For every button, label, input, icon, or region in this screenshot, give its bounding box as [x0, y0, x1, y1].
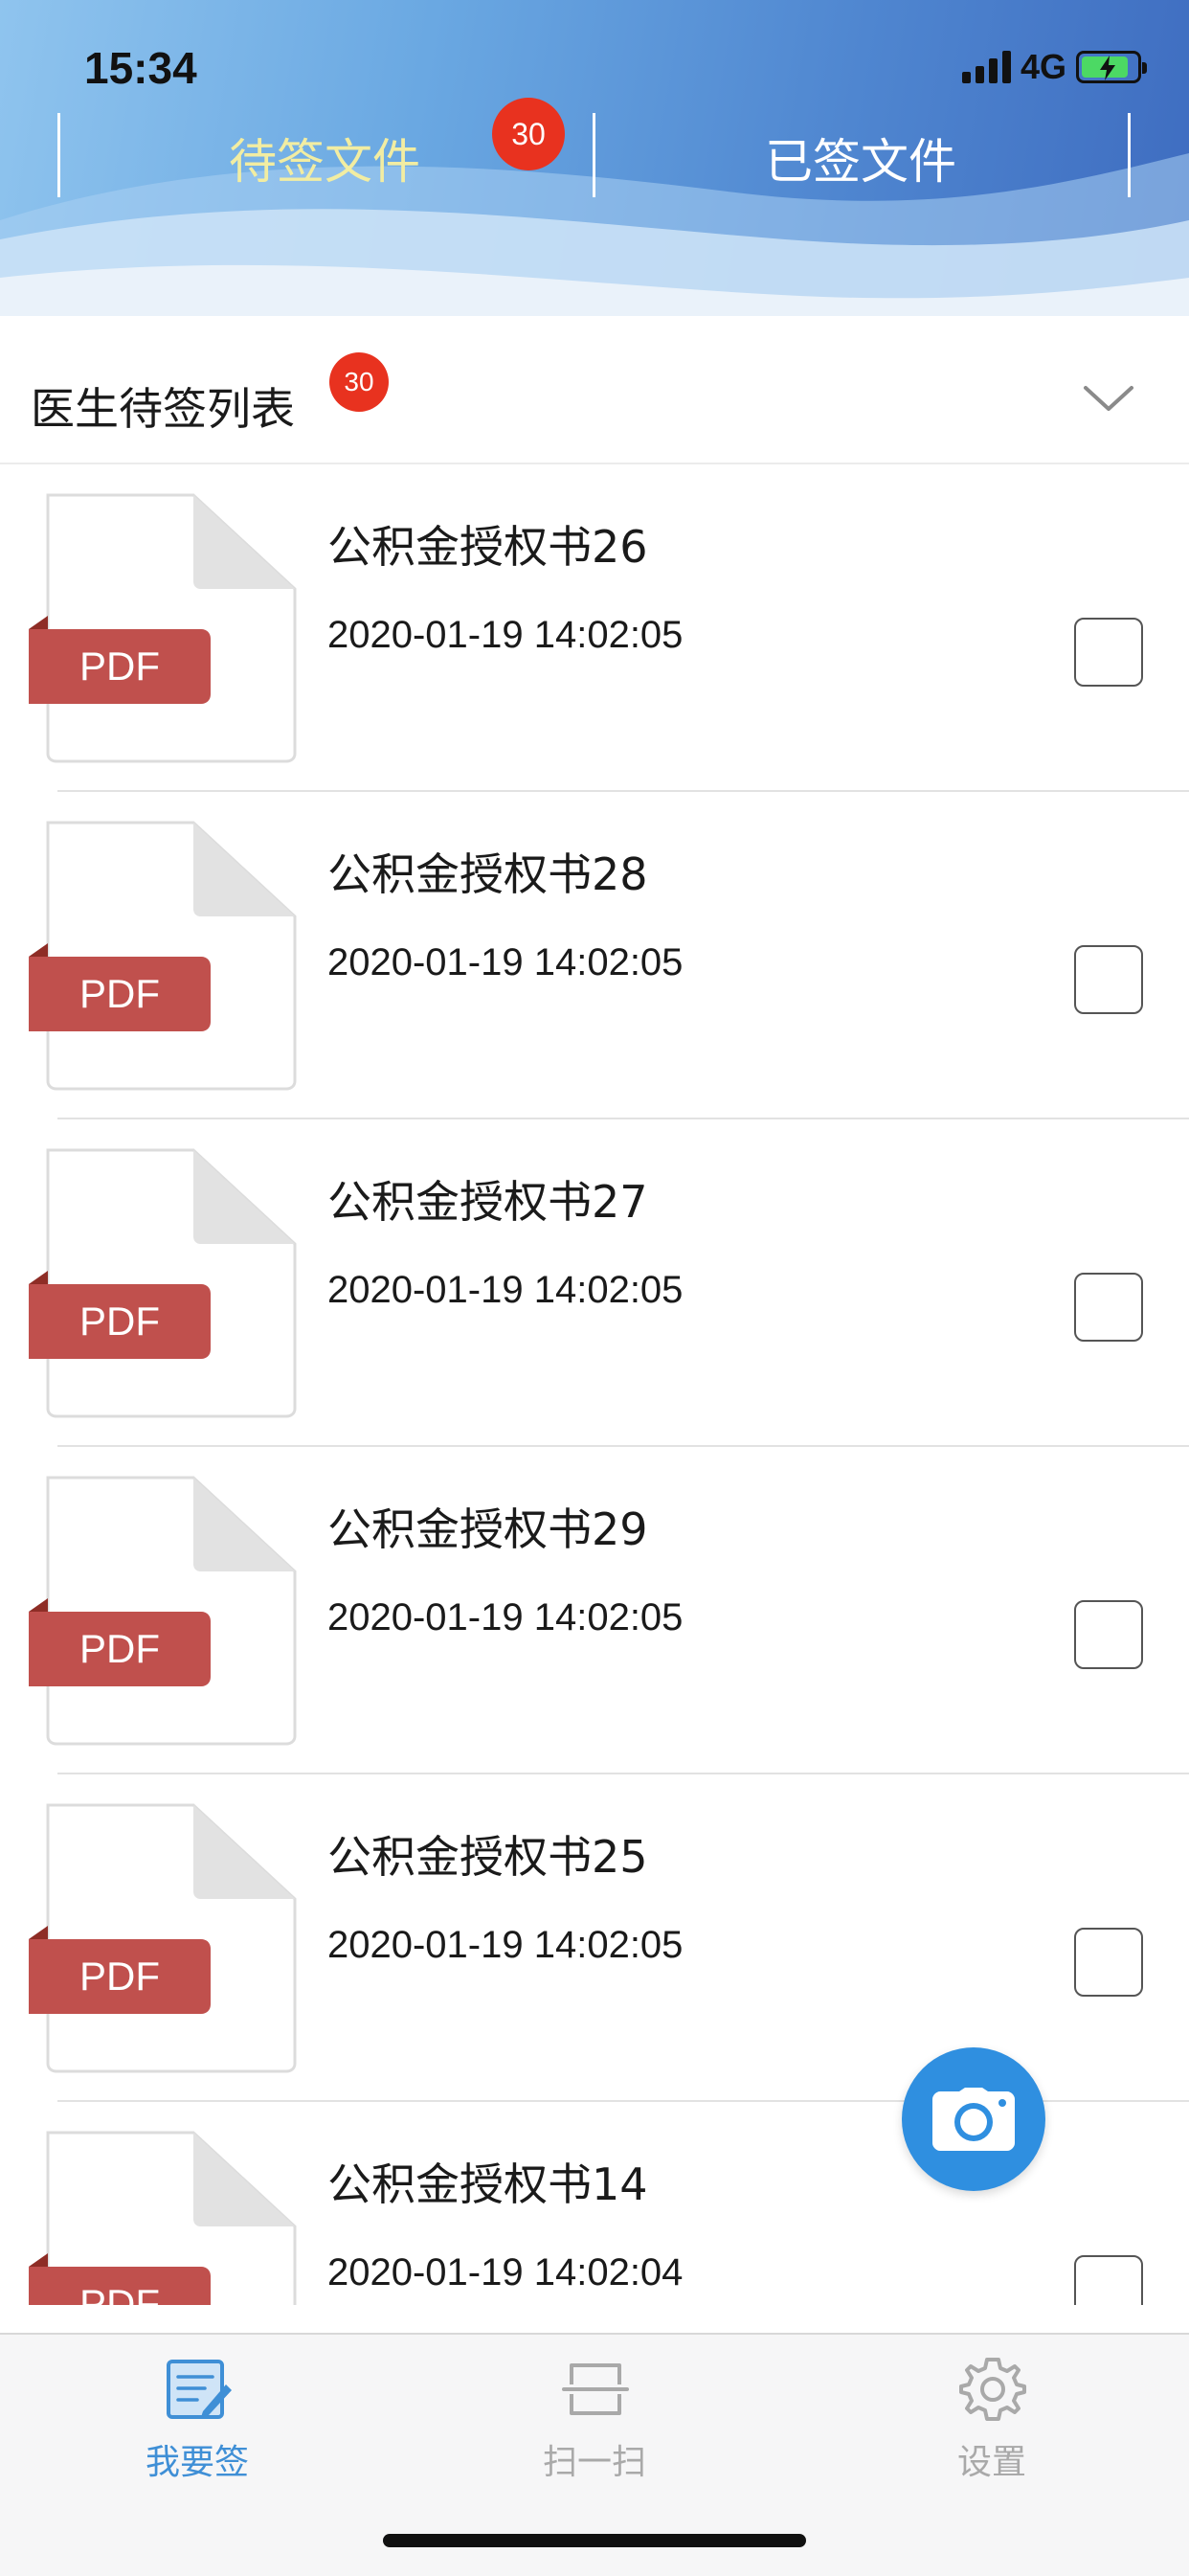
document-title: 公积金授权书26	[327, 521, 648, 573]
tab-divider	[1128, 113, 1131, 197]
battery-icon	[1076, 51, 1147, 83]
select-checkbox[interactable]	[1074, 1928, 1143, 1997]
tab-divider	[593, 113, 595, 197]
camera-button[interactable]	[902, 2047, 1045, 2191]
pending-count-badge: 30	[492, 98, 565, 170]
document-title: 公积金授权书27	[327, 1176, 648, 1228]
select-checkbox[interactable]	[1074, 618, 1143, 687]
document-timestamp: 2020-01-19 14:02:04	[327, 2251, 684, 2294]
document-timestamp: 2020-01-19 14:02:05	[327, 614, 684, 656]
status-indicators: 4G	[961, 47, 1147, 86]
nav-scan[interactable]: 扫一扫	[480, 2356, 709, 2490]
nav-sign[interactable]: 我要签	[82, 2356, 312, 2490]
document-title: 公积金授权书25	[327, 1831, 648, 1883]
pdf-file-icon: PDF	[29, 1803, 297, 2073]
pdf-file-icon: PDF	[29, 821, 297, 1091]
network-type: 4G	[1020, 47, 1066, 86]
document-title: 公积金授权书29	[327, 1503, 648, 1555]
sign-icon	[167, 2360, 232, 2419]
home-indicator	[383, 2534, 806, 2547]
document-row[interactable]: PDF 公积金授权书26 2020-01-19 14:02:05	[0, 464, 1189, 792]
nav-settings[interactable]: 设置	[877, 2356, 1107, 2490]
document-row[interactable]: PDF 公积金授权书25 2020-01-19 14:02:05	[0, 1774, 1189, 2102]
nav-label-settings: 设置	[956, 2443, 1026, 2482]
document-timestamp: 2020-01-19 14:02:05	[327, 1924, 684, 1966]
select-checkbox[interactable]	[1074, 1600, 1143, 1669]
select-checkbox[interactable]	[1074, 1273, 1143, 1342]
document-row[interactable]: PDF 公积金授权书27 2020-01-19 14:02:05	[0, 1119, 1189, 1447]
document-timestamp: 2020-01-19 14:02:05	[327, 1596, 684, 1638]
signal-icon	[961, 51, 1011, 83]
tab-divider	[57, 113, 60, 197]
document-title: 公积金授权书14	[327, 2158, 648, 2210]
document-timestamp: 2020-01-19 14:02:05	[327, 1269, 684, 1311]
document-timestamp: 2020-01-19 14:02:05	[327, 941, 684, 983]
pdf-file-icon: PDF	[29, 1476, 297, 1746]
document-title: 公积金授权书28	[327, 848, 648, 900]
tab-bar: 待签文件 已签文件	[0, 105, 1189, 201]
select-checkbox[interactable]	[1074, 945, 1143, 1014]
section-header[interactable]: 医生待签列表	[0, 340, 1189, 464]
section-title: 医生待签列表	[31, 383, 295, 435]
document-row[interactable]: PDF 公积金授权书29 2020-01-19 14:02:05	[0, 1447, 1189, 1774]
status-time: 15:34	[84, 43, 197, 93]
select-checkbox[interactable]	[1074, 2255, 1143, 2305]
section-count-badge: 30	[329, 352, 389, 412]
camera-icon	[932, 2088, 1015, 2151]
chevron-down-icon[interactable]	[1080, 378, 1137, 417]
header-banner: 15:34 4G 待签文件 已签文件	[0, 0, 1189, 316]
nav-label-scan: 扫一扫	[542, 2443, 646, 2482]
document-row[interactable]: PDF 公积金授权书28 2020-01-19 14:02:05	[0, 792, 1189, 1119]
pdf-file-icon: PDF	[29, 2131, 297, 2305]
pdf-file-icon: PDF	[29, 1148, 297, 1418]
tab-signed-files[interactable]: 已签文件	[597, 120, 1124, 196]
nav-label-sign: 我要签	[145, 2443, 249, 2482]
scan-icon	[562, 2363, 629, 2415]
document-list: PDF 公积金授权书26 2020-01-19 14:02:05 PDF 公积金授权书2…	[0, 464, 1189, 2305]
gear-icon	[959, 2358, 1026, 2421]
pdf-file-icon: PDF	[29, 493, 297, 763]
